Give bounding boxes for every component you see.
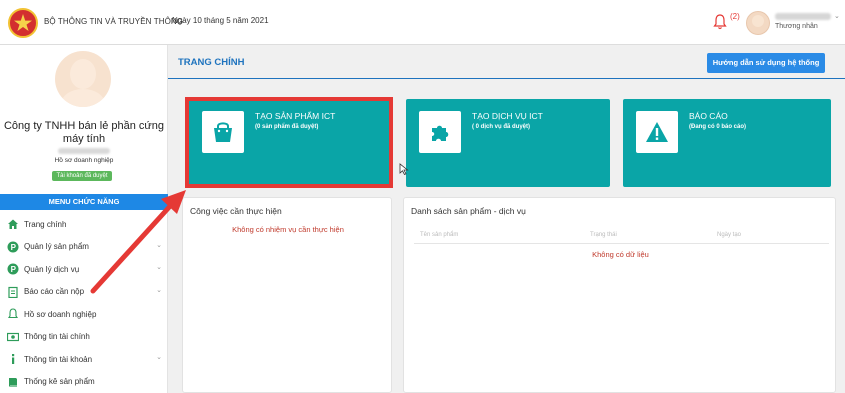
user-name-redacted [775, 13, 831, 20]
info-icon [6, 353, 19, 366]
highlight-box [185, 97, 393, 188]
sidebar-menu: Trang chính P Quản lý sản phẩm ⌄ P Quản … [0, 213, 168, 393]
p-circle-icon: P [6, 240, 19, 253]
panel-title: Danh sách sản phẩm - dịch vụ [411, 206, 526, 216]
panel-title: Công việc cần thực hiện [190, 206, 282, 216]
divider [168, 78, 845, 79]
column-header-name: Tên sản phẩm [420, 232, 459, 238]
table-header: Tên sản phẩm Trạng thái Ngày tạo [414, 230, 829, 244]
page-title: TRANG CHÍNH [178, 57, 245, 68]
notification-bell-icon[interactable] [713, 14, 727, 30]
svg-text:P: P [10, 265, 16, 274]
ministry-name: BỘ THÔNG TIN VÀ TRUYỀN THÔNG [44, 17, 184, 26]
svg-text:P: P [10, 243, 16, 252]
sidebar-item-label: Hồ sơ doanh nghiệp [24, 309, 97, 319]
sidebar-item-products[interactable]: P Quản lý sản phẩm ⌄ [0, 236, 168, 259]
create-ict-service-tile[interactable]: TẠO DỊCH VỤ ICT ( 0 dịch vụ đã duyệt) [406, 99, 610, 187]
notification-count: (2) [730, 12, 740, 21]
sidebar-item-label: Báo cáo cần nộp [24, 287, 85, 297]
sidebar-item-account[interactable]: Thông tin tài khoản ⌄ [0, 348, 168, 371]
sidebar-item-company-profile[interactable]: Hồ sơ doanh nghiệp [0, 303, 168, 326]
book-icon [6, 375, 19, 388]
chevron-down-icon: ⌄ [156, 241, 162, 249]
national-emblem-icon [8, 8, 38, 38]
sidebar-item-label: Thông tin tài chính [24, 332, 90, 342]
chevron-down-icon[interactable]: ⌄ [834, 12, 840, 20]
empty-message: Không có dữ liệu [592, 250, 649, 259]
user-avatar[interactable] [746, 11, 770, 35]
sidebar-item-label: Thống kê sản phẩm [24, 377, 95, 387]
menu-title: MENU CHỨC NĂNG [0, 194, 168, 210]
sidebar-item-label: Trang chính [24, 219, 67, 229]
puzzle-icon [419, 111, 461, 153]
tile-subtitle: (Đang có 0 báo cáo) [689, 124, 747, 130]
chevron-down-icon: ⌄ [156, 354, 162, 361]
chevron-down-icon: ⌄ [156, 264, 162, 271]
chevron-down-icon: ⌄ [156, 286, 162, 294]
status-badge: Tài khoản đã duyệt [52, 171, 112, 181]
current-date: Ngày 10 tháng 5 năm 2021 [172, 16, 269, 25]
clipboard-icon [6, 285, 19, 298]
column-header-date: Ngày tạo [717, 232, 742, 238]
sidebar-item-label: Quản lý dịch vụ [24, 264, 80, 274]
sidebar-item-reports[interactable]: Báo cáo cần nộp ⌄ [0, 281, 168, 304]
empty-message: Không có nhiệm vụ cần thực hiện [232, 225, 344, 234]
tile-title: BÁO CÁO [689, 111, 728, 121]
company-name: Công ty TNHH bán lẻ phần cứng máy tính [3, 120, 165, 145]
sidebar-item-home[interactable]: Trang chính [0, 213, 168, 236]
sidebar: Công ty TNHH bán lẻ phần cứng máy tính H… [0, 45, 168, 393]
p-circle-icon: P [6, 263, 19, 276]
company-avatar [55, 51, 111, 107]
sidebar-item-finance[interactable]: Thông tin tài chính [0, 326, 168, 349]
column-header-status: Trạng thái [590, 232, 617, 238]
top-header: BỘ THÔNG TIN VÀ TRUYỀN THÔNG Ngày 10 thá… [0, 0, 845, 45]
company-id-redacted [58, 148, 110, 154]
sidebar-item-statistics[interactable]: Thống kê sản phẩm [0, 371, 168, 393]
home-icon [6, 218, 19, 231]
money-icon [6, 330, 19, 343]
user-guide-button[interactable]: Hướng dẫn sử dụng hệ thống [707, 53, 825, 73]
mouse-cursor-icon [399, 163, 409, 175]
user-role: Thương nhân [775, 23, 818, 30]
tile-title: TẠO DỊCH VỤ ICT [472, 111, 543, 121]
profile-link[interactable]: Hồ sơ doanh nghiệp [0, 157, 168, 164]
sidebar-item-label: Quản lý sản phẩm [24, 242, 89, 252]
bell-icon [6, 308, 19, 321]
sidebar-item-label: Thông tin tài khoản [24, 354, 93, 364]
products-panel: Danh sách sản phẩm - dịch vụ Tên sản phẩ… [403, 197, 836, 393]
reports-tile[interactable]: BÁO CÁO (Đang có 0 báo cáo) [623, 99, 831, 187]
tile-subtitle: ( 0 dịch vụ đã duyệt) [472, 124, 531, 130]
tasks-panel: Công việc cần thực hiện Không có nhiệm v… [182, 197, 392, 393]
sidebar-item-services[interactable]: P Quản lý dịch vụ ⌄ [0, 258, 168, 281]
warning-icon [636, 111, 678, 153]
